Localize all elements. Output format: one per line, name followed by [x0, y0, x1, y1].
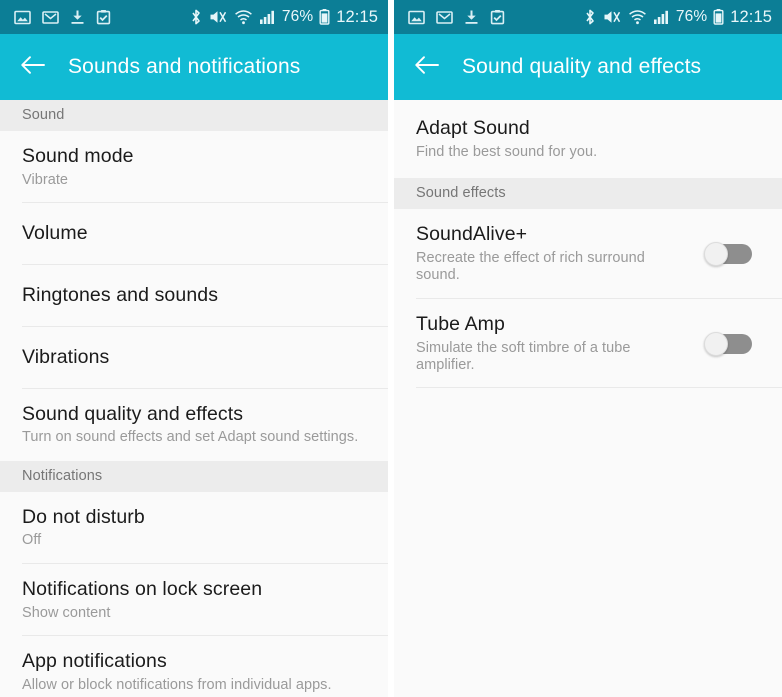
list-item-title: Volume: [22, 222, 88, 245]
arrow-left-icon: [20, 55, 46, 80]
list-item-app-notifications[interactable]: App notifications Allow or block notific…: [0, 636, 388, 697]
wifi-icon: [234, 8, 253, 26]
right-app-bar: Sound quality and effects: [394, 34, 782, 100]
list-item-subtitle: Allow or block notifications from indivi…: [22, 676, 332, 693]
list-item-subtitle: Off: [22, 532, 42, 549]
right-settings-list: Adapt Sound Find the best sound for you.…: [394, 100, 782, 697]
list-item-title: Tube Amp: [416, 312, 505, 335]
gallery-icon: [408, 9, 425, 26]
list-item-adapt-sound[interactable]: Adapt Sound Find the best sound for you.: [394, 100, 782, 179]
status-bar-right-icons: 76% 12:15: [584, 8, 772, 27]
arrow-left-icon: [414, 55, 440, 80]
list-item-subtitle: Simulate the soft timbre of a tube ampli…: [416, 339, 631, 373]
status-bar-left-icons: [408, 9, 505, 26]
download-icon: [464, 9, 479, 26]
list-item-vibrations[interactable]: Vibrations: [0, 326, 388, 389]
list-item-title: App notifications: [22, 650, 167, 673]
list-item-title: Ringtones and sounds: [22, 283, 219, 306]
gallery-icon: [14, 9, 31, 26]
list-item-subtitle: Find the best sound for you.: [416, 143, 598, 160]
gmail-icon: [42, 9, 59, 26]
status-bar-clock: 12:15: [336, 7, 378, 26]
toggle-knob: [704, 241, 728, 266]
battery-percent-label: 76%: [281, 8, 314, 25]
list-item-notifications-on-lock-screen[interactable]: Notifications on lock screen Show conten…: [0, 563, 388, 637]
list-item-soundalive-plus[interactable]: SoundAlive+ Recreate the effect of rich …: [394, 209, 782, 299]
right-status-bar: 76% 12:15: [394, 0, 782, 34]
clipboard-check-icon: [490, 9, 505, 26]
gmail-icon: [436, 9, 453, 26]
back-button[interactable]: [412, 52, 442, 82]
page-title: Sounds and notifications: [68, 55, 301, 78]
mute-vibrate-icon: [208, 8, 228, 26]
list-item-volume[interactable]: Volume: [0, 203, 388, 265]
signal-icon: [259, 8, 276, 26]
back-button[interactable]: [18, 52, 48, 82]
wifi-icon: [628, 8, 647, 26]
list-item-subtitle: Vibrate: [22, 171, 69, 188]
section-header-sound: Sound: [0, 100, 388, 131]
list-item-title: Vibrations: [22, 345, 110, 368]
list-item-do-not-disturb[interactable]: Do not disturb Off: [0, 491, 388, 565]
clipboard-check-icon: [96, 9, 111, 26]
list-item-title: Sound quality and effects: [22, 402, 244, 425]
status-bar-right-icons: 76% 12:15: [190, 8, 378, 27]
list-item-subtitle: Turn on sound effects and set Adapt soun…: [22, 429, 359, 446]
list-item-subtitle: Recreate the effect of rich surround sou…: [416, 249, 645, 284]
list-item-title: Do not disturb: [22, 505, 145, 528]
left-settings-list: Sound Sound mode Vibrate Volume Ringtone…: [0, 100, 388, 697]
left-status-bar: 76% 12:15: [0, 0, 388, 34]
download-icon: [70, 9, 85, 26]
battery-percent-label: 76%: [675, 8, 708, 25]
right-phone-panel: 76% 12:15 Sound quality and effects Adap…: [394, 0, 782, 697]
soundalive-plus-toggle[interactable]: [704, 241, 752, 266]
signal-icon: [653, 8, 670, 26]
dual-screenshot-stage: 76% 12:15 Sounds and notifications Sound…: [0, 0, 782, 697]
bluetooth-icon: [190, 8, 202, 26]
list-item-ringtones-and-sounds[interactable]: Ringtones and sounds: [0, 264, 388, 327]
left-app-bar: Sounds and notifications: [0, 34, 388, 100]
page-title: Sound quality and effects: [462, 55, 702, 78]
tube-amp-toggle[interactable]: [704, 331, 752, 356]
bluetooth-icon: [584, 8, 596, 26]
status-bar-clock: 12:15: [730, 7, 772, 26]
list-item-sound-mode[interactable]: Sound mode Vibrate: [0, 131, 388, 204]
list-item-title: SoundAlive+: [416, 223, 528, 246]
section-header-notifications: Notifications: [0, 460, 388, 492]
status-bar-left-icons: [14, 9, 111, 26]
list-item-tube-amp[interactable]: Tube Amp Simulate the soft timbre of a t…: [394, 298, 782, 389]
list-item-title: Notifications on lock screen: [22, 577, 263, 600]
left-phone-panel: 76% 12:15 Sounds and notifications Sound…: [0, 0, 388, 697]
list-item-title: Adapt Sound: [416, 117, 530, 139]
list-item-sound-quality-and-effects[interactable]: Sound quality and effects Turn on sound …: [0, 388, 388, 461]
section-header-sound-effects: Sound effects: [394, 178, 782, 210]
toggle-knob: [704, 331, 728, 356]
battery-icon: [319, 8, 330, 26]
list-item-subtitle: Show content: [22, 604, 111, 621]
battery-icon: [713, 8, 724, 26]
list-item-title: Sound mode: [22, 145, 134, 167]
mute-vibrate-icon: [602, 8, 622, 26]
